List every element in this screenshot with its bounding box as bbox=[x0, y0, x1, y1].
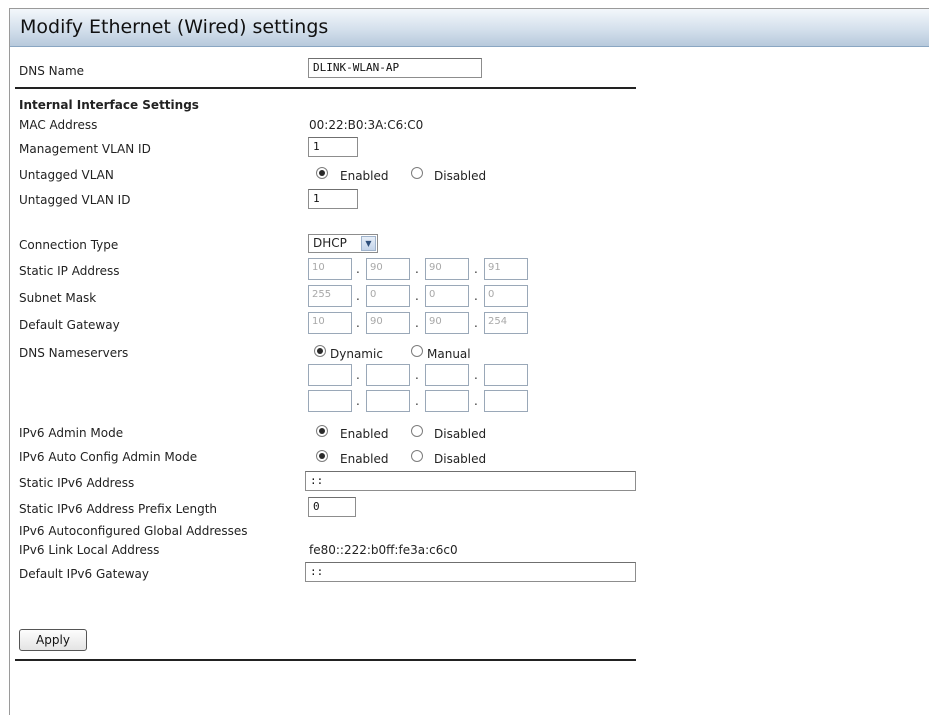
untagged-vlan-id-label: Untagged VLAN ID bbox=[19, 193, 131, 207]
dns-manual-label: Manual bbox=[427, 347, 471, 361]
connection-type-label: Connection Type bbox=[19, 238, 119, 252]
ipv6-autoconfig-enabled-label: Enabled bbox=[340, 452, 389, 466]
gateway-octet-4[interactable]: 254 bbox=[484, 312, 528, 334]
dns-name-input[interactable]: DLINK-WLAN-AP bbox=[308, 58, 482, 78]
ipv6-admin-label: IPv6 Admin Mode bbox=[19, 426, 124, 440]
dns2-octet-3[interactable] bbox=[425, 390, 469, 412]
ipv6-prefix-label: Static IPv6 Address Prefix Length bbox=[19, 502, 217, 516]
subnet-octet-1[interactable]: 255 bbox=[308, 285, 352, 307]
ip-dot: . bbox=[415, 316, 419, 330]
static-ipv6-input[interactable]: :: bbox=[305, 471, 636, 491]
gateway-octet-3[interactable]: 90 bbox=[425, 312, 469, 334]
gateway-octet-1[interactable]: 10 bbox=[308, 312, 352, 334]
title-bar: Modify Ethernet (Wired) settings bbox=[10, 9, 929, 47]
dns-dynamic-label: Dynamic bbox=[330, 347, 383, 361]
static-ip-octet-2[interactable]: 90 bbox=[366, 258, 410, 280]
ip-dot: . bbox=[474, 316, 478, 330]
ip-dot: . bbox=[474, 394, 478, 408]
apply-button[interactable]: Apply bbox=[19, 629, 87, 651]
subnet-octet-3[interactable]: 0 bbox=[425, 285, 469, 307]
ip-dot: . bbox=[356, 368, 360, 382]
mac-address-value: 00:22:B0:3A:C6:C0 bbox=[309, 118, 424, 132]
ipv6-auto-global-label: IPv6 Autoconfigured Global Addresses bbox=[19, 524, 248, 538]
subnet-octet-2[interactable]: 0 bbox=[366, 285, 410, 307]
ipv6-link-local-label: IPv6 Link Local Address bbox=[19, 543, 160, 557]
ipv6-admin-disabled-radio[interactable] bbox=[411, 425, 423, 437]
mac-address-label: MAC Address bbox=[19, 118, 98, 132]
untagged-vlan-enabled-label: Enabled bbox=[340, 169, 389, 183]
ipv6-link-local-value: fe80::222:b0ff:fe3a:c6c0 bbox=[309, 543, 458, 557]
ip-dot: . bbox=[415, 394, 419, 408]
dns1-octet-4[interactable] bbox=[484, 364, 528, 386]
ip-dot: . bbox=[474, 262, 478, 276]
ipv6-autoconfig-disabled-radio[interactable] bbox=[411, 450, 423, 462]
gateway-label: Default Gateway bbox=[19, 318, 120, 332]
ip-dot: . bbox=[474, 289, 478, 303]
mgmt-vlan-input[interactable]: 1 bbox=[308, 137, 358, 157]
ip-dot: . bbox=[356, 394, 360, 408]
subnet-octet-4[interactable]: 0 bbox=[484, 285, 528, 307]
ipv6-admin-enabled-label: Enabled bbox=[340, 427, 389, 441]
dns-dynamic-radio[interactable] bbox=[314, 345, 326, 357]
subnet-mask-label: Subnet Mask bbox=[19, 291, 97, 305]
ip-dot: . bbox=[415, 289, 419, 303]
ipv6-admin-enabled-radio[interactable] bbox=[316, 425, 328, 437]
section-divider bbox=[15, 87, 636, 89]
chevron-down-icon[interactable]: ▼ bbox=[361, 236, 376, 251]
ip-dot: . bbox=[356, 262, 360, 276]
ipv6-autoconfig-disabled-label: Disabled bbox=[434, 452, 487, 466]
content-frame bbox=[9, 8, 929, 715]
untagged-vlan-disabled-radio[interactable] bbox=[411, 167, 423, 179]
page-title: Modify Ethernet (Wired) settings bbox=[20, 16, 329, 38]
ipv6-admin-disabled-label: Disabled bbox=[434, 427, 487, 441]
ip-dot: . bbox=[474, 368, 478, 382]
static-ip-octet-1[interactable]: 10 bbox=[308, 258, 352, 280]
untagged-vlan-disabled-label: Disabled bbox=[434, 169, 487, 183]
dns2-octet-4[interactable] bbox=[484, 390, 528, 412]
dns1-octet-2[interactable] bbox=[366, 364, 410, 386]
static-ipv6-label: Static IPv6 Address bbox=[19, 476, 135, 490]
static-ip-octet-4[interactable]: 91 bbox=[484, 258, 528, 280]
ip-dot: . bbox=[356, 289, 360, 303]
dns-manual-radio[interactable] bbox=[411, 345, 423, 357]
connection-type-select[interactable]: DHCP ▼ bbox=[308, 234, 378, 253]
dns2-octet-2[interactable] bbox=[366, 390, 410, 412]
ipv6-gateway-label: Default IPv6 Gateway bbox=[19, 567, 149, 581]
ip-dot: . bbox=[356, 316, 360, 330]
dns1-octet-3[interactable] bbox=[425, 364, 469, 386]
ip-dot: . bbox=[415, 262, 419, 276]
dns-name-label: DNS Name bbox=[19, 64, 85, 78]
static-ip-octet-3[interactable]: 90 bbox=[425, 258, 469, 280]
bottom-divider bbox=[15, 659, 636, 661]
connection-type-value: DHCP bbox=[313, 236, 347, 250]
untagged-vlan-label: Untagged VLAN bbox=[19, 168, 114, 182]
untagged-vlan-enabled-radio[interactable] bbox=[316, 167, 328, 179]
gateway-octet-2[interactable]: 90 bbox=[366, 312, 410, 334]
dns1-octet-1[interactable] bbox=[308, 364, 352, 386]
static-ip-label: Static IP Address bbox=[19, 264, 120, 278]
ip-dot: . bbox=[415, 368, 419, 382]
dns-servers-label: DNS Nameservers bbox=[19, 346, 129, 360]
ipv6-prefix-input[interactable]: 0 bbox=[308, 497, 356, 517]
ipv6-gateway-input[interactable]: :: bbox=[305, 562, 636, 582]
untagged-vlan-id-input[interactable]: 1 bbox=[308, 189, 358, 209]
section-heading: Internal Interface Settings bbox=[19, 98, 199, 112]
dns2-octet-1[interactable] bbox=[308, 390, 352, 412]
ipv6-autoconfig-label: IPv6 Auto Config Admin Mode bbox=[19, 450, 198, 464]
ipv6-autoconfig-enabled-radio[interactable] bbox=[316, 450, 328, 462]
mgmt-vlan-label: Management VLAN ID bbox=[19, 142, 151, 156]
